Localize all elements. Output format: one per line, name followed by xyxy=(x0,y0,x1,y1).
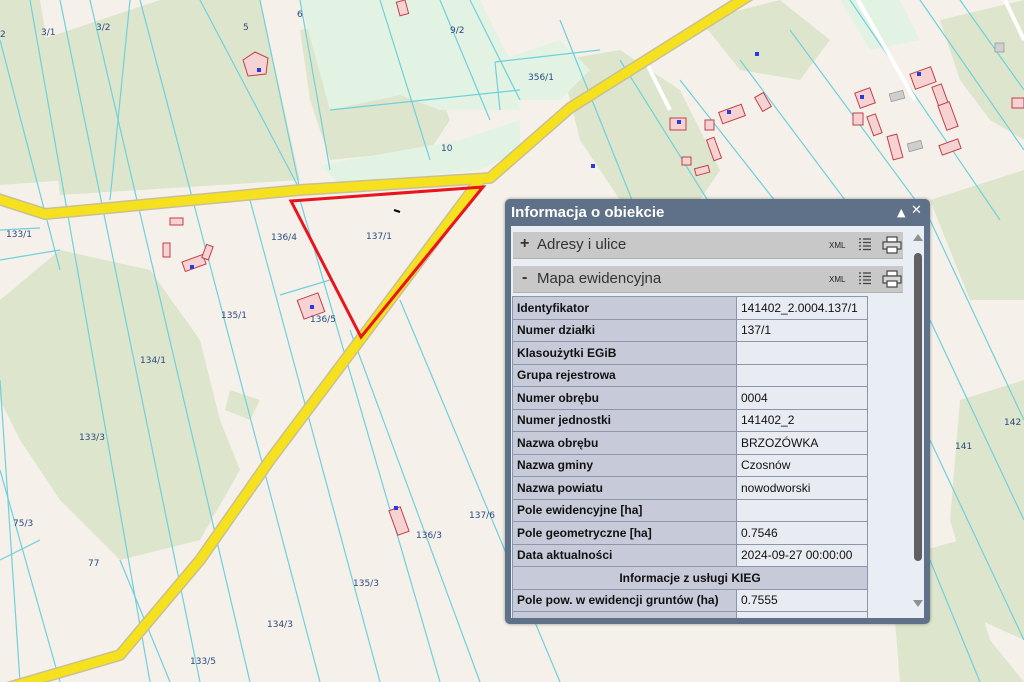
parcel-label: 134/3 xyxy=(267,620,293,630)
table-row xyxy=(512,611,868,618)
scroll-down-icon[interactable] xyxy=(913,600,923,607)
attribute-key: Numer jednostki xyxy=(512,408,737,432)
attribute-key: Data aktualności xyxy=(512,543,737,567)
xml-export-button[interactable]: XML xyxy=(829,241,845,250)
attribute-value xyxy=(736,341,868,365)
attribute-value: 137/1 xyxy=(736,318,868,342)
printer-icon[interactable] xyxy=(882,236,902,254)
attribute-value: BRZOZÓWKA xyxy=(736,431,868,455)
parcel-label: 77 xyxy=(88,559,99,569)
attribute-key: Nazwa gminy xyxy=(512,453,737,477)
section-adresy-i-ulice[interactable]: + Adresy i ulice XML xyxy=(513,232,903,259)
list-icon[interactable] xyxy=(858,237,872,253)
attribute-key: Klasoużytki EGiB xyxy=(512,341,737,365)
parcel-label: 137/6 xyxy=(469,511,495,521)
table-row: Nazwa obrębu BRZOZÓWKA xyxy=(512,431,868,455)
attribute-key xyxy=(512,611,737,618)
parcel-label: 5 xyxy=(243,23,249,33)
attribute-value: 0.7546 xyxy=(736,521,868,545)
table-row: Klasoużytki EGiB xyxy=(512,341,868,365)
attribute-key: Numer działki xyxy=(512,318,737,342)
parcel-label: 135/3 xyxy=(353,579,379,589)
section-title[interactable]: Mapa ewidencyjna xyxy=(537,270,661,287)
attribute-value: 0.7555 xyxy=(736,588,868,612)
triangle-up-icon[interactable]: ▲ xyxy=(897,205,905,221)
attribute-value xyxy=(736,498,868,522)
section-mapa-ewidencyjna[interactable]: - Mapa ewidencyjna XML xyxy=(513,266,903,293)
scrollbar-thumb[interactable] xyxy=(914,253,922,561)
parcel-label: 137/1 xyxy=(366,232,392,242)
attribute-key: Nazwa obrębu xyxy=(512,431,737,455)
attribute-key: Pole pow. w ewidencji gruntów (ha) xyxy=(512,588,737,612)
scroll-up-icon[interactable] xyxy=(913,234,923,241)
table-row: Nazwa gminy Czosnów xyxy=(512,453,868,477)
table-row: Pole geometryczne [ha] 0.7546 xyxy=(512,521,868,545)
parcel-label: 3/2 xyxy=(96,23,110,33)
table-section-header: Informacje z usługi KIEG xyxy=(512,566,868,590)
attribute-value xyxy=(736,363,868,387)
attribute-key: Identyfikator xyxy=(512,296,737,320)
attribute-key: Pole ewidencyjne [ha] xyxy=(512,498,737,522)
parcel-label: 142 xyxy=(1004,418,1021,428)
attribute-key: Nazwa powiatu xyxy=(512,476,737,500)
parcel-label: 135/1 xyxy=(221,311,247,321)
panel-title: Informacja o obiekcie xyxy=(511,204,665,221)
attribute-value: 141402_2.0004.137/1 xyxy=(736,296,868,320)
table-row: Numer obrębu 0004 xyxy=(512,386,868,410)
xml-export-button[interactable]: XML xyxy=(829,275,845,284)
attribute-value: 2024-09-27 00:00:00 xyxy=(736,543,868,567)
printer-icon[interactable] xyxy=(882,270,902,288)
parcel-label: 133/1 xyxy=(6,230,32,240)
table-row: Pole pow. w ewidencji gruntów (ha) 0.7555 xyxy=(512,588,868,612)
table-row: Numer jednostki 141402_2 xyxy=(512,408,868,432)
table-row: Data aktualności 2024-09-27 00:00:00 xyxy=(512,543,868,567)
attribute-key: Numer obrębu xyxy=(512,386,737,410)
parcel-label: 133/3 xyxy=(79,433,105,443)
expand-icon[interactable]: + xyxy=(520,235,529,253)
table-row: Nazwa powiatu nowodworski xyxy=(512,476,868,500)
attribute-value: 141402_2 xyxy=(736,408,868,432)
list-icon[interactable] xyxy=(858,271,872,287)
panel-body: + Adresy i ulice XML - Mapa ewidencyjna … xyxy=(511,226,924,618)
table-row: Numer działki 137/1 xyxy=(512,318,868,342)
parcel-label: 356/1 xyxy=(528,73,554,83)
table-row: Pole ewidencyjne [ha] xyxy=(512,498,868,522)
parcel-label: 3/1 xyxy=(41,28,55,38)
panel-header[interactable]: Informacja o obiekcie ▲ ✕ xyxy=(505,199,930,226)
parcel-label: 136/5 xyxy=(310,315,336,325)
section-title[interactable]: Adresy i ulice xyxy=(537,236,626,253)
parcel-label: 136/3 xyxy=(416,531,442,541)
parcel-label: 136/4 xyxy=(271,233,297,243)
attribute-value: Czosnów xyxy=(736,453,868,477)
object-info-panel: Informacja o obiekcie ▲ ✕ + Adresy i uli… xyxy=(505,199,930,624)
close-icon[interactable]: ✕ xyxy=(911,203,922,219)
kieg-header: Informacje z usługi KIEG xyxy=(512,566,868,590)
parcel-label: 133/5 xyxy=(190,657,216,667)
attribute-table: Identyfikator 141402_2.0004.137/1 Numer d… xyxy=(512,296,868,618)
attribute-value xyxy=(736,611,868,618)
table-row: Identyfikator 141402_2.0004.137/1 xyxy=(512,296,868,320)
parcel-label: 2 xyxy=(0,30,6,40)
parcel-label: 75/3 xyxy=(13,519,33,529)
attribute-key: Grupa rejestrowa xyxy=(512,363,737,387)
parcel-label: 141 xyxy=(955,442,972,452)
attribute-key: Pole geometryczne [ha] xyxy=(512,521,737,545)
parcel-label: 9/2 xyxy=(450,26,464,36)
parcel-label: 10 xyxy=(441,144,453,154)
collapse-icon[interactable]: - xyxy=(522,269,527,287)
parcel-label: 134/1 xyxy=(140,356,166,366)
attribute-value: 0004 xyxy=(736,386,868,410)
attribute-value: nowodworski xyxy=(736,476,868,500)
table-row: Grupa rejestrowa xyxy=(512,363,868,387)
parcel-label: 6 xyxy=(297,10,303,20)
